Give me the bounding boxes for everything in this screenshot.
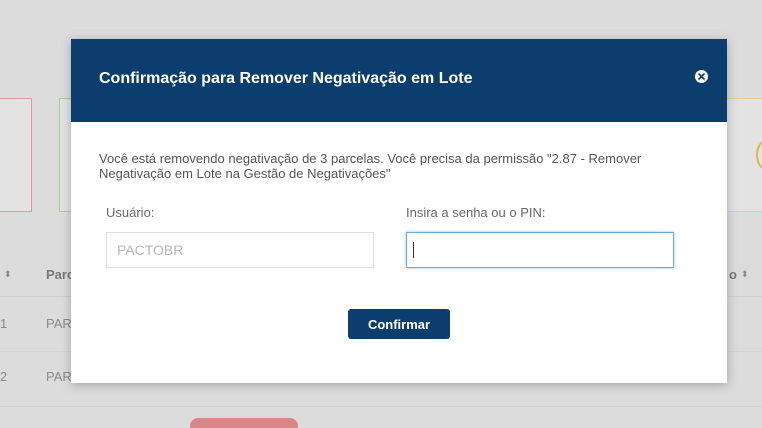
column-header-parcela: Parc	[46, 267, 75, 282]
password-field[interactable]	[406, 232, 674, 268]
modal-message: Você está removendo negativação de 3 par…	[99, 151, 642, 181]
sort-icon: ⬍	[741, 269, 749, 279]
close-icon[interactable]	[695, 70, 708, 83]
status-badge	[190, 418, 298, 428]
row-index: 2	[0, 369, 8, 384]
user-label: Usuário:	[106, 205, 155, 220]
confirmation-modal: Confirmação para Remover Negativação em …	[71, 39, 727, 383]
row-parcela: PAR	[46, 316, 72, 331]
row-index: 1	[0, 316, 8, 331]
user-field[interactable]	[106, 232, 374, 268]
sort-icon: ⬍	[4, 269, 12, 279]
background-card-red	[0, 98, 32, 212]
modal-title: Confirmação para Remover Negativação em …	[99, 70, 473, 87]
text-cursor	[413, 242, 414, 258]
password-label: Insira a senha ou o PIN:	[406, 205, 546, 220]
row-parcela: PAR	[46, 369, 72, 384]
column-header-last: o	[729, 267, 737, 282]
confirm-button[interactable]: Confirmar	[348, 309, 450, 339]
modal-header: Confirmação para Remover Negativação em …	[71, 39, 727, 122]
